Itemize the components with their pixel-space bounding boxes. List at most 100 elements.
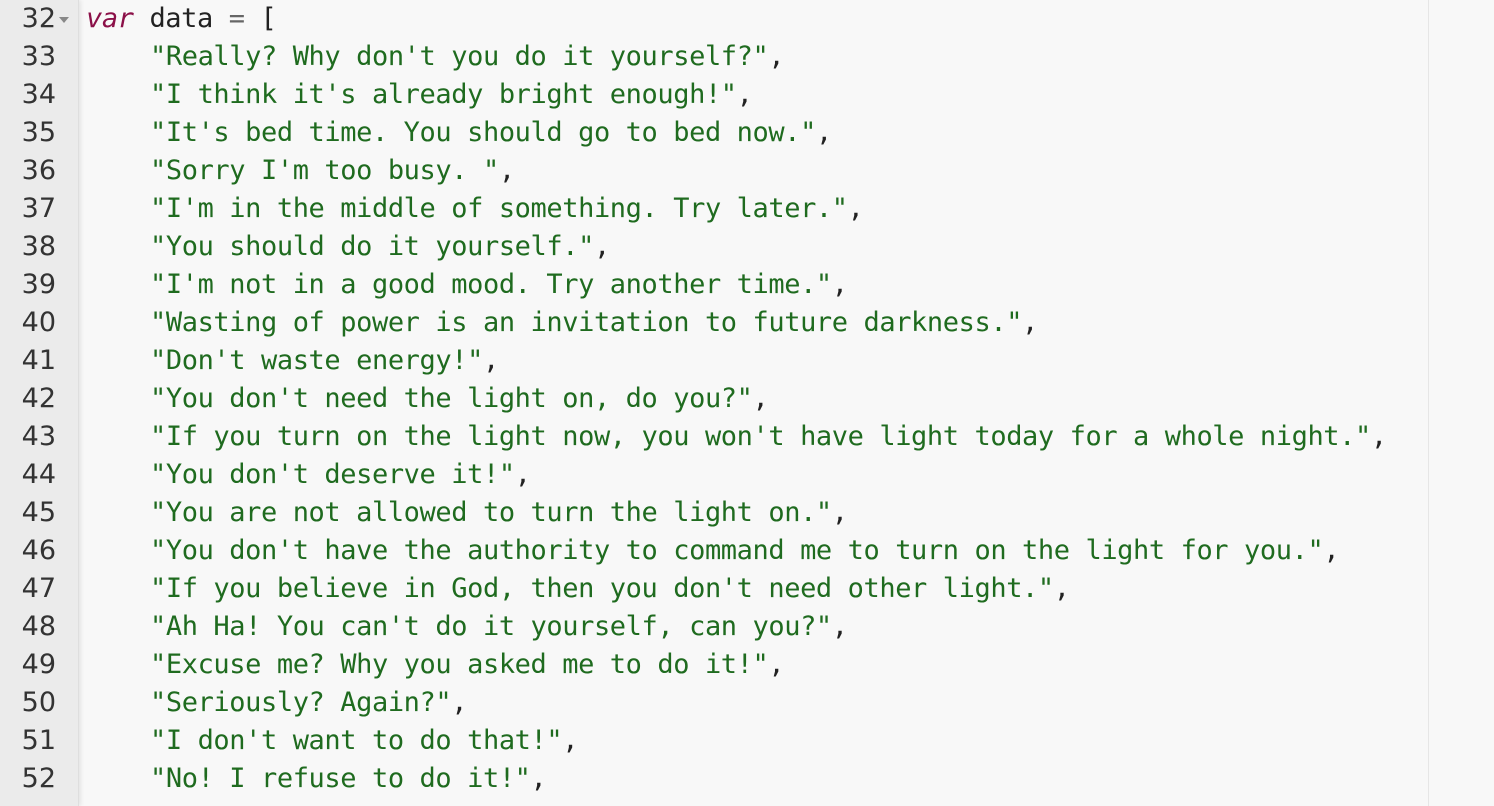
string-literal-line: "Don't waste energy!", [150, 342, 499, 380]
comma: , [752, 383, 769, 414]
line-number: 32 [21, 3, 56, 34]
comma: , [498, 155, 515, 186]
code-line[interactable]: 37 "I'm in the middle of something. Try l… [0, 190, 1494, 228]
string-literal-line: "Wasting of power is an invitation to fu… [150, 304, 1038, 342]
comma: , [831, 269, 848, 300]
fold-arrow-icon[interactable] [59, 17, 69, 23]
comma: , [831, 497, 848, 528]
string-literal-line: "I'm not in a good mood. Try another tim… [150, 266, 848, 304]
code-line[interactable]: 45 "You are not allowed to turn the light… [0, 494, 1494, 532]
code-line[interactable]: 34 "I think it's already bright enough!", [0, 76, 1494, 114]
string-literal: "Ah Ha! You can't do it yourself, can yo… [150, 611, 832, 642]
string-literal-line: "No! I refuse to do it!", [150, 760, 547, 798]
code-editor[interactable]: 32 var data = [ 33 "Really? Why don't you… [0, 0, 1494, 806]
string-literal: "If you turn on the light now, you won't… [150, 421, 1371, 452]
comma: , [1053, 573, 1070, 604]
code-line-declaration[interactable]: 32 var data = [ [0, 0, 1494, 38]
string-literal-line: "I'm in the middle of something. Try lat… [150, 190, 864, 228]
comma: , [514, 459, 531, 490]
line-number: 39 [21, 269, 56, 300]
code-line[interactable]: 50 "Seriously? Again?", [0, 684, 1494, 722]
string-literal-line: "It's bed time. You should go to bed now… [150, 114, 832, 152]
assignment-operator: = [228, 3, 245, 34]
code-line[interactable]: 38 "You should do it yourself.", [0, 228, 1494, 266]
code-line[interactable]: 43 "If you turn on the light now, you won… [0, 418, 1494, 456]
string-literal: "Excuse me? Why you asked me to do it!" [150, 649, 769, 680]
line-number: 38 [21, 231, 56, 262]
string-literal: "You don't deserve it!" [150, 459, 515, 490]
string-literal-line: "Ah Ha! You can't do it yourself, can yo… [150, 608, 848, 646]
comma: , [736, 79, 753, 110]
string-literal: "You don't have the authority to command… [150, 535, 1324, 566]
comma: , [562, 725, 579, 756]
string-literal-line: "I think it's already bright enough!", [150, 76, 753, 114]
code-line[interactable]: 49 "Excuse me? Why you asked me to do it!… [0, 646, 1494, 684]
string-literal-line: "Sorry I'm too busy. ", [150, 152, 515, 190]
comma: , [815, 117, 832, 148]
string-literal: "I don't want to do that!" [150, 725, 563, 756]
code-line[interactable]: 40 "Wasting of power is an invitation to … [0, 304, 1494, 342]
string-literal-line: "Really? Why don't you do it yourself?", [150, 38, 785, 76]
code-line[interactable]: 36 "Sorry I'm too busy. ", [0, 152, 1494, 190]
string-literal: "If you believe in God, then you don't n… [150, 573, 1054, 604]
keyword-var: var [86, 3, 134, 34]
line-number: 41 [21, 345, 56, 376]
code-line[interactable]: 52 "No! I refuse to do it!", [0, 760, 1494, 798]
comma: , [1323, 535, 1340, 566]
line-number: 36 [21, 155, 56, 186]
code-line[interactable]: 39 "I'm not in a good mood. Try another t… [0, 266, 1494, 304]
line-number: 43 [21, 421, 56, 452]
line-number: 51 [21, 725, 56, 756]
string-literal: "It's bed time. You should go to bed now… [150, 117, 816, 148]
string-literal-line: "You are not allowed to turn the light o… [150, 494, 848, 532]
string-literal: "Sorry I'm too busy. " [150, 155, 499, 186]
code-line[interactable]: 46 "You don't have the authority to comma… [0, 532, 1494, 570]
string-literal: "No! I refuse to do it!" [150, 763, 531, 794]
line-number: 44 [21, 459, 56, 490]
comma: , [768, 41, 785, 72]
string-literal-line: "I don't want to do that!", [150, 722, 579, 760]
line-number: 42 [21, 383, 56, 414]
string-literal: "I'm not in a good mood. Try another tim… [150, 269, 832, 300]
code-line[interactable]: 41 "Don't waste energy!", [0, 342, 1494, 380]
line-number: 35 [21, 117, 56, 148]
line-number: 50 [21, 687, 56, 718]
declaration-code: var data = [ [86, 0, 277, 38]
code-line[interactable]: 35 "It's bed time. You should go to bed n… [0, 114, 1494, 152]
open-bracket: [ [260, 3, 277, 34]
code-line[interactable]: 47 "If you believe in God, then you don't… [0, 570, 1494, 608]
string-literal: "You should do it yourself." [150, 231, 594, 262]
comma: , [1370, 421, 1387, 452]
identifier-data: data [149, 3, 213, 34]
string-literal-line: "If you turn on the light now, you won't… [150, 418, 1387, 456]
string-literal-line: "If you believe in God, then you don't n… [150, 570, 1070, 608]
code-line[interactable]: 42 "You don't need the light on, do you?"… [0, 380, 1494, 418]
comma: , [530, 763, 547, 794]
comma: , [847, 193, 864, 224]
line-number: 49 [21, 649, 56, 680]
string-literal: "I'm in the middle of something. Try lat… [150, 193, 848, 224]
string-literal: "Don't waste energy!" [150, 345, 483, 376]
line-number: 40 [21, 307, 56, 338]
code-line[interactable]: 33 "Really? Why don't you do it yourself?… [0, 38, 1494, 76]
line-number: 52 [21, 763, 56, 794]
code-line[interactable]: 44 "You don't deserve it!", [0, 456, 1494, 494]
comma: , [451, 687, 468, 718]
string-literal: "You don't need the light on, do you?" [150, 383, 753, 414]
string-literal: "I think it's already bright enough!" [150, 79, 737, 110]
string-literal: "Seriously? Again?" [150, 687, 452, 718]
string-literal: "You are not allowed to turn the light o… [150, 497, 832, 528]
line-number: 37 [21, 193, 56, 224]
line-number: 47 [21, 573, 56, 604]
code-line[interactable]: 51 "I don't want to do that!", [0, 722, 1494, 760]
string-literal-line: "Excuse me? Why you asked me to do it!", [150, 646, 785, 684]
code-line[interactable]: 48 "Ah Ha! You can't do it yourself, can … [0, 608, 1494, 646]
string-literal-line: "Seriously? Again?", [150, 684, 468, 722]
string-literal-line: "You don't deserve it!", [150, 456, 531, 494]
string-literal: "Really? Why don't you do it yourself?" [150, 41, 769, 72]
line-number: 46 [21, 535, 56, 566]
comma: , [482, 345, 499, 376]
comma: , [593, 231, 610, 262]
line-number: 45 [21, 497, 56, 528]
string-literal-line: "You don't need the light on, do you?", [150, 380, 769, 418]
